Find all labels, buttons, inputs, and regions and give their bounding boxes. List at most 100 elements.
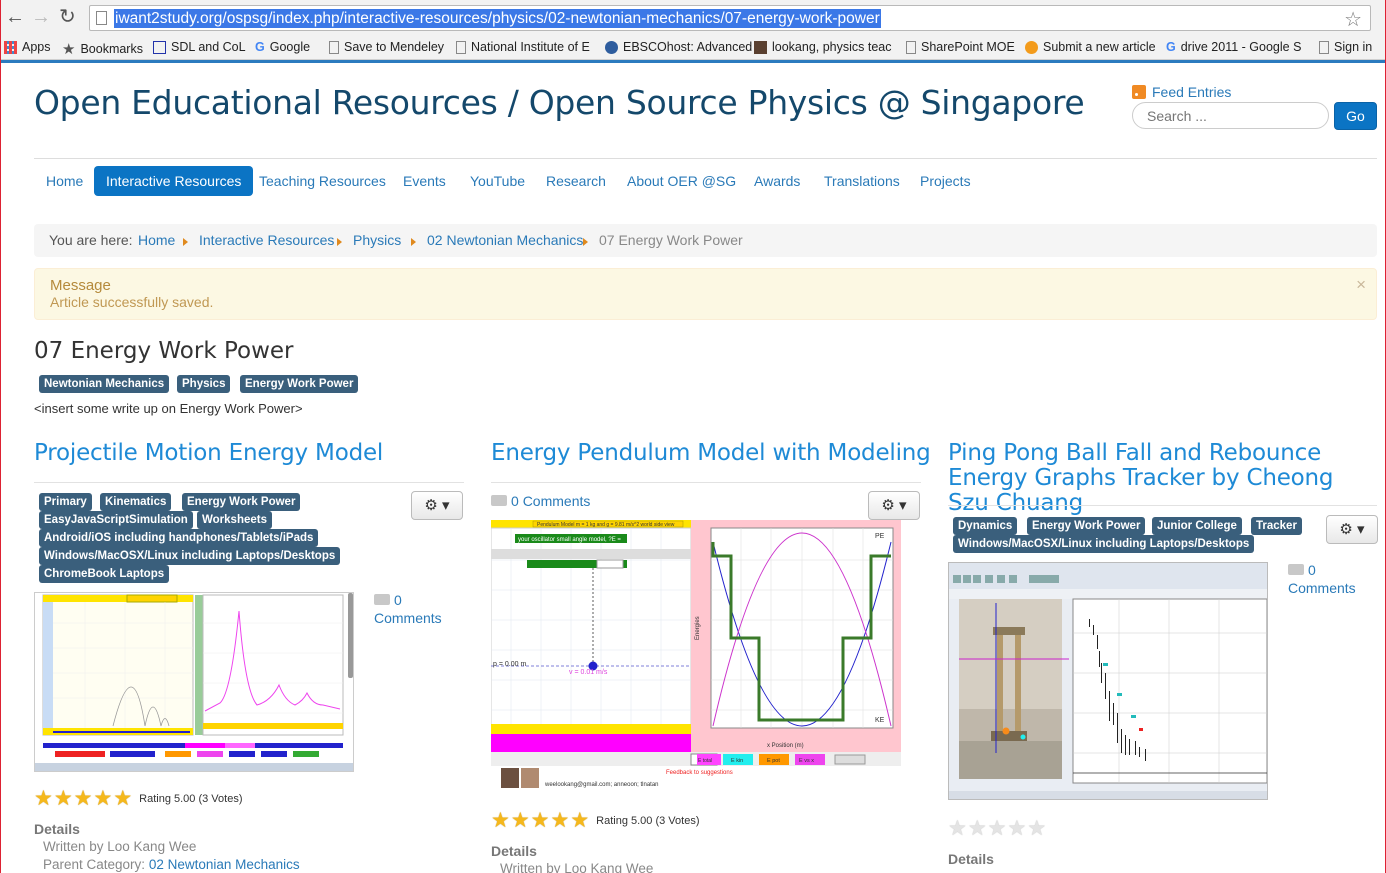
alert-text: Article successfully saved. bbox=[50, 294, 214, 310]
thumb-btn-ek: E kin bbox=[731, 758, 743, 764]
article-comments-link[interactable]: 0 Comments bbox=[491, 492, 590, 510]
close-icon[interactable]: × bbox=[1356, 275, 1366, 295]
bookmark-label: Google bbox=[269, 40, 311, 54]
star-icon[interactable]: ★ bbox=[511, 810, 530, 831]
star-icon[interactable]: ★ bbox=[948, 818, 967, 839]
article-thumbnail[interactable] bbox=[34, 592, 354, 772]
search-go-button[interactable]: Go bbox=[1334, 102, 1377, 130]
breadcrumb-physics[interactable]: Physics bbox=[353, 224, 401, 257]
article-title-projectile[interactable]: Projectile Motion Energy Model bbox=[34, 441, 383, 466]
tag-junior-college[interactable]: Junior College bbox=[1152, 517, 1242, 535]
gear-icon: ⚙ ▾ bbox=[1339, 521, 1365, 538]
bookmark-label: lookang, physics teac bbox=[772, 40, 892, 54]
feed-entries-link[interactable]: Feed Entries bbox=[1132, 84, 1231, 100]
site-title[interactable]: Open Educational Resources / Open Source… bbox=[34, 83, 1085, 122]
nav-about[interactable]: About OER @SG bbox=[615, 166, 748, 196]
star-icon[interactable]: ★ bbox=[54, 788, 73, 809]
tag-tracker[interactable]: Tracker bbox=[1251, 517, 1302, 535]
bookmark-label: National Institute of E bbox=[471, 40, 590, 54]
address-bar[interactable]: iwant2study.org/ospsg/index.php/interact… bbox=[89, 5, 1371, 31]
star-icon[interactable]: ★ bbox=[113, 788, 132, 809]
tag-newtonian-mechanics[interactable]: Newtonian Mechanics bbox=[39, 375, 170, 393]
breadcrumb-separator-icon bbox=[583, 238, 588, 246]
tag-energy-work-power[interactable]: Energy Work Power bbox=[1027, 517, 1146, 535]
star-icon[interactable]: ★ bbox=[93, 788, 112, 809]
nav-awards[interactable]: Awards bbox=[742, 166, 812, 196]
nav-translations[interactable]: Translations bbox=[812, 166, 912, 196]
article-comments-link[interactable]: 0 Comments bbox=[1288, 561, 1356, 597]
thumb-xlabel: x Position (m) bbox=[767, 743, 804, 749]
article-tools-button[interactable]: ⚙ ▾ bbox=[868, 491, 920, 520]
thumbnail-scrollbar[interactable] bbox=[348, 593, 353, 678]
star-icon[interactable]: ★ bbox=[491, 810, 510, 831]
gear-icon: ⚙ ▾ bbox=[881, 497, 907, 514]
star-icon[interactable]: ★ bbox=[1007, 818, 1026, 839]
article-title-pendulum[interactable]: Energy Pendulum Model with Modeling bbox=[491, 441, 931, 466]
article-rating: ★ ★ ★ ★ ★ Rating 5.00 (3 Votes) bbox=[491, 810, 699, 831]
star-icon[interactable]: ★ bbox=[550, 810, 569, 831]
reload-icon[interactable]: ↻ bbox=[59, 7, 76, 27]
bookmark-label: Apps bbox=[22, 40, 51, 54]
star-icon[interactable]: ★ bbox=[74, 788, 93, 809]
tag-energy-work-power[interactable]: Energy Work Power bbox=[240, 375, 359, 393]
nav-home[interactable]: Home bbox=[34, 166, 95, 196]
tag-primary[interactable]: Primary bbox=[39, 493, 92, 511]
tag-kinematics[interactable]: Kinematics bbox=[100, 493, 172, 511]
bookmark-drive[interactable]: G drive 2011 - Google S bbox=[1166, 40, 1301, 54]
comment-bubble-icon bbox=[491, 495, 507, 506]
nav-youtube[interactable]: YouTube bbox=[458, 166, 537, 196]
breadcrumb-interactive-resources[interactable]: Interactive Resources bbox=[199, 224, 334, 257]
comment-count: 0 bbox=[1308, 562, 1316, 578]
star-icon[interactable]: ★ bbox=[1027, 818, 1046, 839]
article-thumbnail[interactable]: Pendulum Model m = 1 kg and g = 9.81 m/s… bbox=[491, 520, 901, 792]
bookmark-sdl[interactable]: SDL and CoL bbox=[153, 40, 246, 54]
breadcrumb-home[interactable]: Home bbox=[138, 224, 175, 257]
nav-research[interactable]: Research bbox=[534, 166, 618, 196]
star-icon[interactable]: ★ bbox=[531, 810, 550, 831]
bookmark-sign-in[interactable]: Sign in bbox=[1319, 40, 1372, 54]
tag-windows-mac-linux[interactable]: Windows/MacOSX/Linux including Laptops/D… bbox=[953, 535, 1255, 553]
bookmark-google[interactable]: G Google bbox=[255, 40, 310, 54]
tag-android-ios[interactable]: Android/iOS including handphones/Tablets… bbox=[39, 529, 319, 547]
tag-energy-work-power[interactable]: Energy Work Power bbox=[182, 493, 301, 511]
article-tools-button[interactable]: ⚙ ▾ bbox=[411, 491, 463, 520]
tag-ejss[interactable]: EasyJavaScriptSimulation bbox=[39, 511, 193, 529]
forward-arrow-icon[interactable]: → bbox=[31, 7, 51, 27]
bookmark-submit-article[interactable]: Submit a new article bbox=[1025, 40, 1156, 54]
star-icon[interactable]: ★ bbox=[968, 818, 987, 839]
url-text[interactable]: iwant2study.org/ospsg/index.php/interact… bbox=[114, 9, 881, 28]
nav-interactive-resources[interactable]: Interactive Resources bbox=[94, 166, 254, 196]
tag-chromebook[interactable]: ChromeBook Laptops bbox=[39, 565, 170, 583]
comment-label: Comments bbox=[1288, 580, 1356, 596]
tag-physics[interactable]: Physics bbox=[177, 375, 231, 393]
nav-events[interactable]: Events bbox=[391, 166, 458, 196]
article-thumbnail[interactable] bbox=[948, 562, 1268, 800]
tag-worksheets[interactable]: Worksheets bbox=[197, 511, 272, 529]
article-tools-button[interactable]: ⚙ ▾ bbox=[1326, 515, 1378, 544]
gear-icon: ⚙ ▾ bbox=[424, 497, 450, 514]
nav-projects[interactable]: Projects bbox=[908, 166, 983, 196]
breadcrumb-newtonian-mechanics[interactable]: 02 Newtonian Mechanics bbox=[427, 224, 583, 257]
bookmark-ebsco[interactable]: EBSCOhost: Advanced bbox=[605, 40, 752, 54]
parent-category-link[interactable]: 02 Newtonian Mechanics bbox=[149, 857, 300, 872]
bookmark-star-icon[interactable]: ☆ bbox=[1344, 7, 1362, 32]
star-icon[interactable]: ★ bbox=[570, 810, 589, 831]
search-input[interactable] bbox=[1132, 102, 1329, 129]
comment-label: Comments bbox=[374, 610, 442, 626]
article-comments-link[interactable]: 0 Comments bbox=[374, 591, 442, 627]
thumb-btn-et: E total bbox=[698, 758, 712, 764]
star-icon[interactable]: ★ bbox=[988, 818, 1007, 839]
nav-teaching-resources[interactable]: Teaching Resources bbox=[247, 166, 398, 196]
bookmark-bookmarks[interactable]: ★ Bookmarks bbox=[62, 40, 143, 58]
back-arrow-icon[interactable]: ← bbox=[5, 7, 25, 27]
thumb-btn-ep: E pot bbox=[767, 758, 780, 764]
bookmark-lookang[interactable]: lookang, physics teac bbox=[754, 40, 892, 54]
tag-windows-mac-linux[interactable]: Windows/MacOSX/Linux including Laptops/D… bbox=[39, 547, 341, 565]
star-icon[interactable]: ★ bbox=[34, 788, 53, 809]
tag-dynamics[interactable]: Dynamics bbox=[953, 517, 1018, 535]
bookmark-apps[interactable]: Apps bbox=[4, 40, 51, 54]
bookmark-sharepoint[interactable]: SharePoint MOE bbox=[906, 40, 1015, 54]
joomla-icon bbox=[1025, 40, 1038, 54]
bookmark-mendeley[interactable]: Save to Mendeley bbox=[329, 40, 444, 54]
bookmark-nie[interactable]: National Institute of E bbox=[456, 40, 590, 54]
